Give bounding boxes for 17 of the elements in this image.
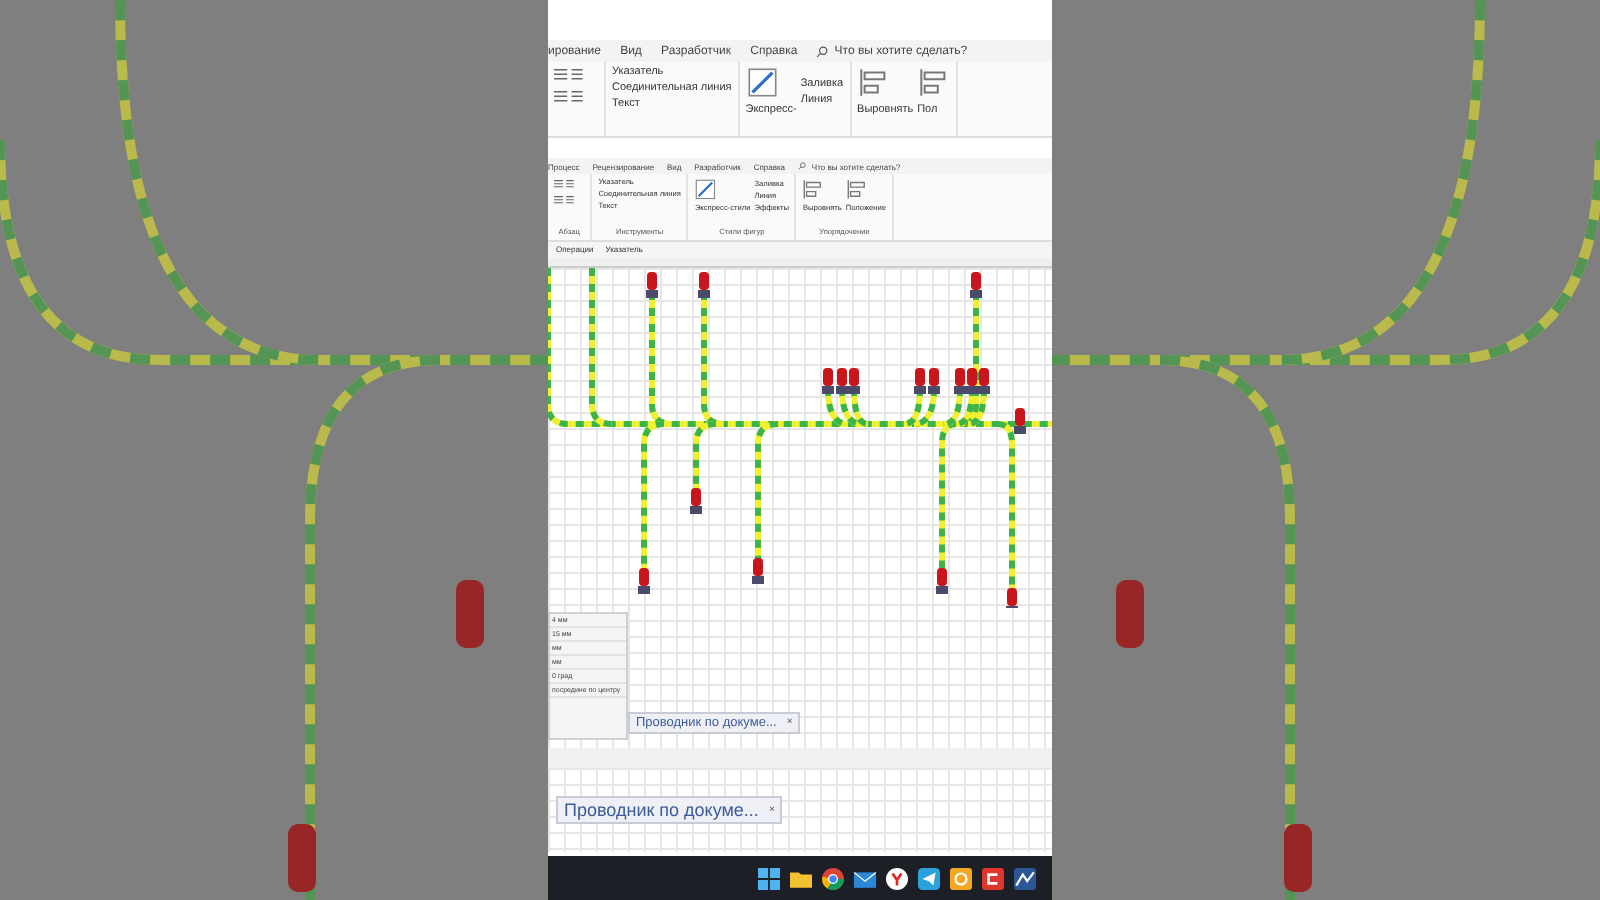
messenger-icon[interactable] (918, 867, 940, 889)
search-icon (797, 162, 806, 171)
diagram-app-icon[interactable] (1014, 867, 1036, 889)
align-icon[interactable] (802, 177, 826, 201)
app-icon[interactable] (950, 867, 972, 889)
align-icon[interactable] (917, 66, 951, 100)
align-icon[interactable] (845, 177, 869, 201)
quick-styles-icon[interactable] (745, 66, 779, 100)
align-icon[interactable] (857, 66, 891, 100)
search-icon (816, 45, 829, 58)
app-icon[interactable] (982, 867, 1004, 889)
windows-logo-icon[interactable] (758, 867, 780, 889)
browser-icon[interactable] (822, 867, 844, 889)
quick-styles-icon[interactable] (694, 177, 718, 201)
folder-icon[interactable] (790, 867, 812, 889)
mail-icon[interactable] (854, 867, 876, 889)
browser-icon[interactable] (886, 867, 908, 889)
